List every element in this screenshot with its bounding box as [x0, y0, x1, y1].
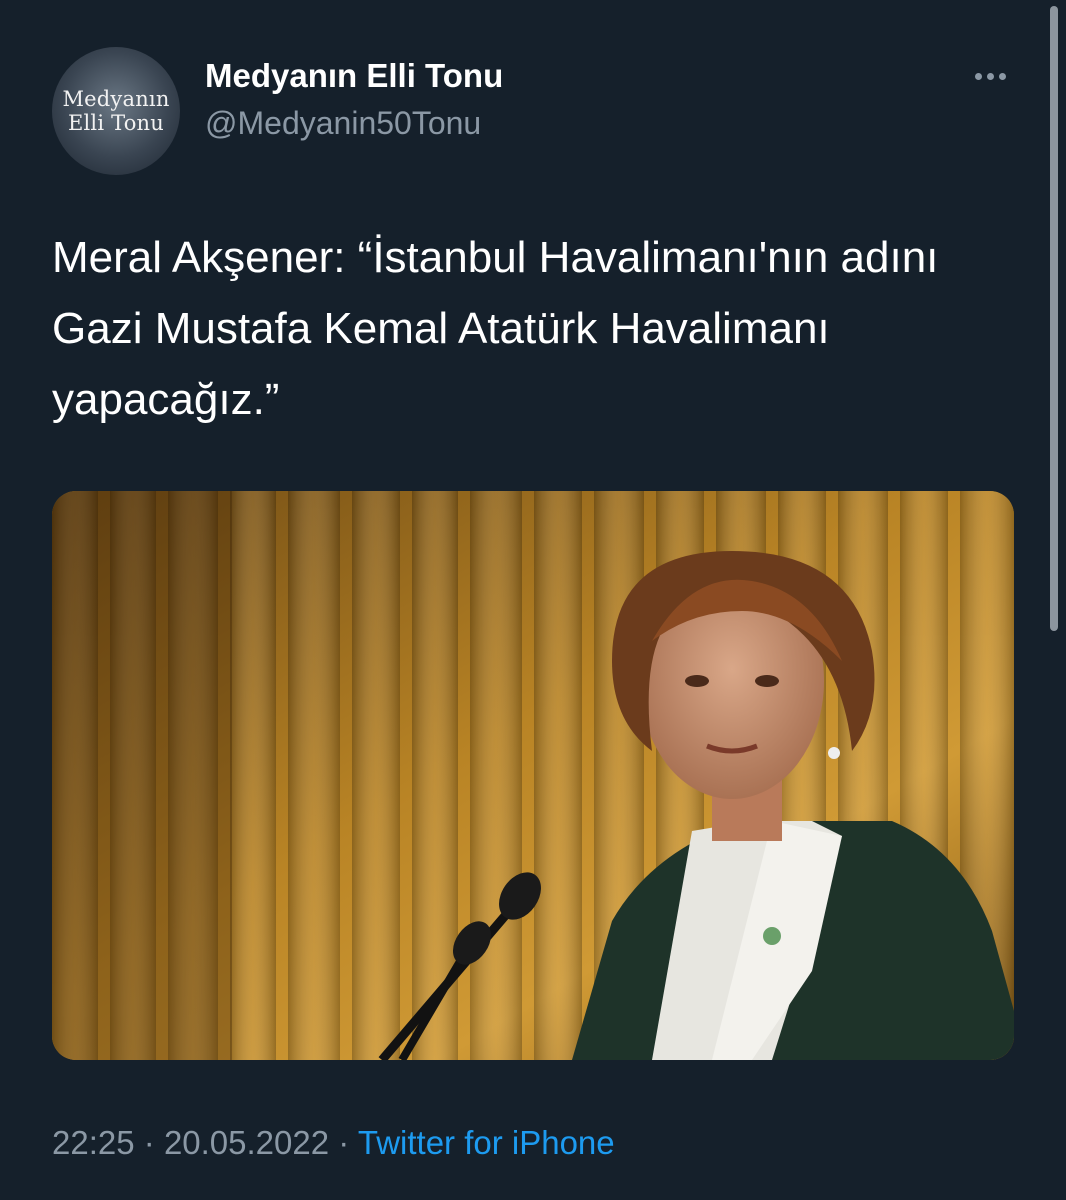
meta-separator: · [143, 1124, 155, 1161]
avatar-logo-line-1: Medyanın [62, 87, 170, 111]
tweet-source-link[interactable]: Twitter for iPhone [358, 1124, 615, 1161]
tweet-time[interactable]: 22:25 [52, 1124, 135, 1161]
meta-separator: · [338, 1124, 350, 1161]
display-name[interactable]: Medyanın Elli Tonu [205, 57, 503, 95]
tweet-date[interactable]: 20.05.2022 [164, 1124, 329, 1161]
tweet-photo[interactable] [52, 491, 1014, 1060]
more-options-icon-dot [998, 72, 1006, 80]
user-handle[interactable]: @Medyanin50Tonu [205, 105, 481, 142]
tweet-detail-screen: Medyanın Elli Tonu Medyanın Elli Tonu @M… [0, 0, 1066, 1200]
scrollbar[interactable] [1050, 6, 1058, 631]
avatar-logo-line-2: Elli Tonu [67, 111, 165, 135]
more-options-icon-dot [986, 72, 994, 80]
tweet-text: Meral Akşener: “İstanbul Havalimanı'nın … [52, 233, 939, 424]
more-options-icon [974, 72, 982, 80]
speaker-photo [52, 491, 1014, 1060]
avatar[interactable]: Medyanın Elli Tonu [52, 47, 180, 175]
more-options-button[interactable] [970, 58, 1010, 94]
tweet-meta: 22:25 · 20.05.2022 · Twitter for iPhone [52, 1124, 615, 1162]
